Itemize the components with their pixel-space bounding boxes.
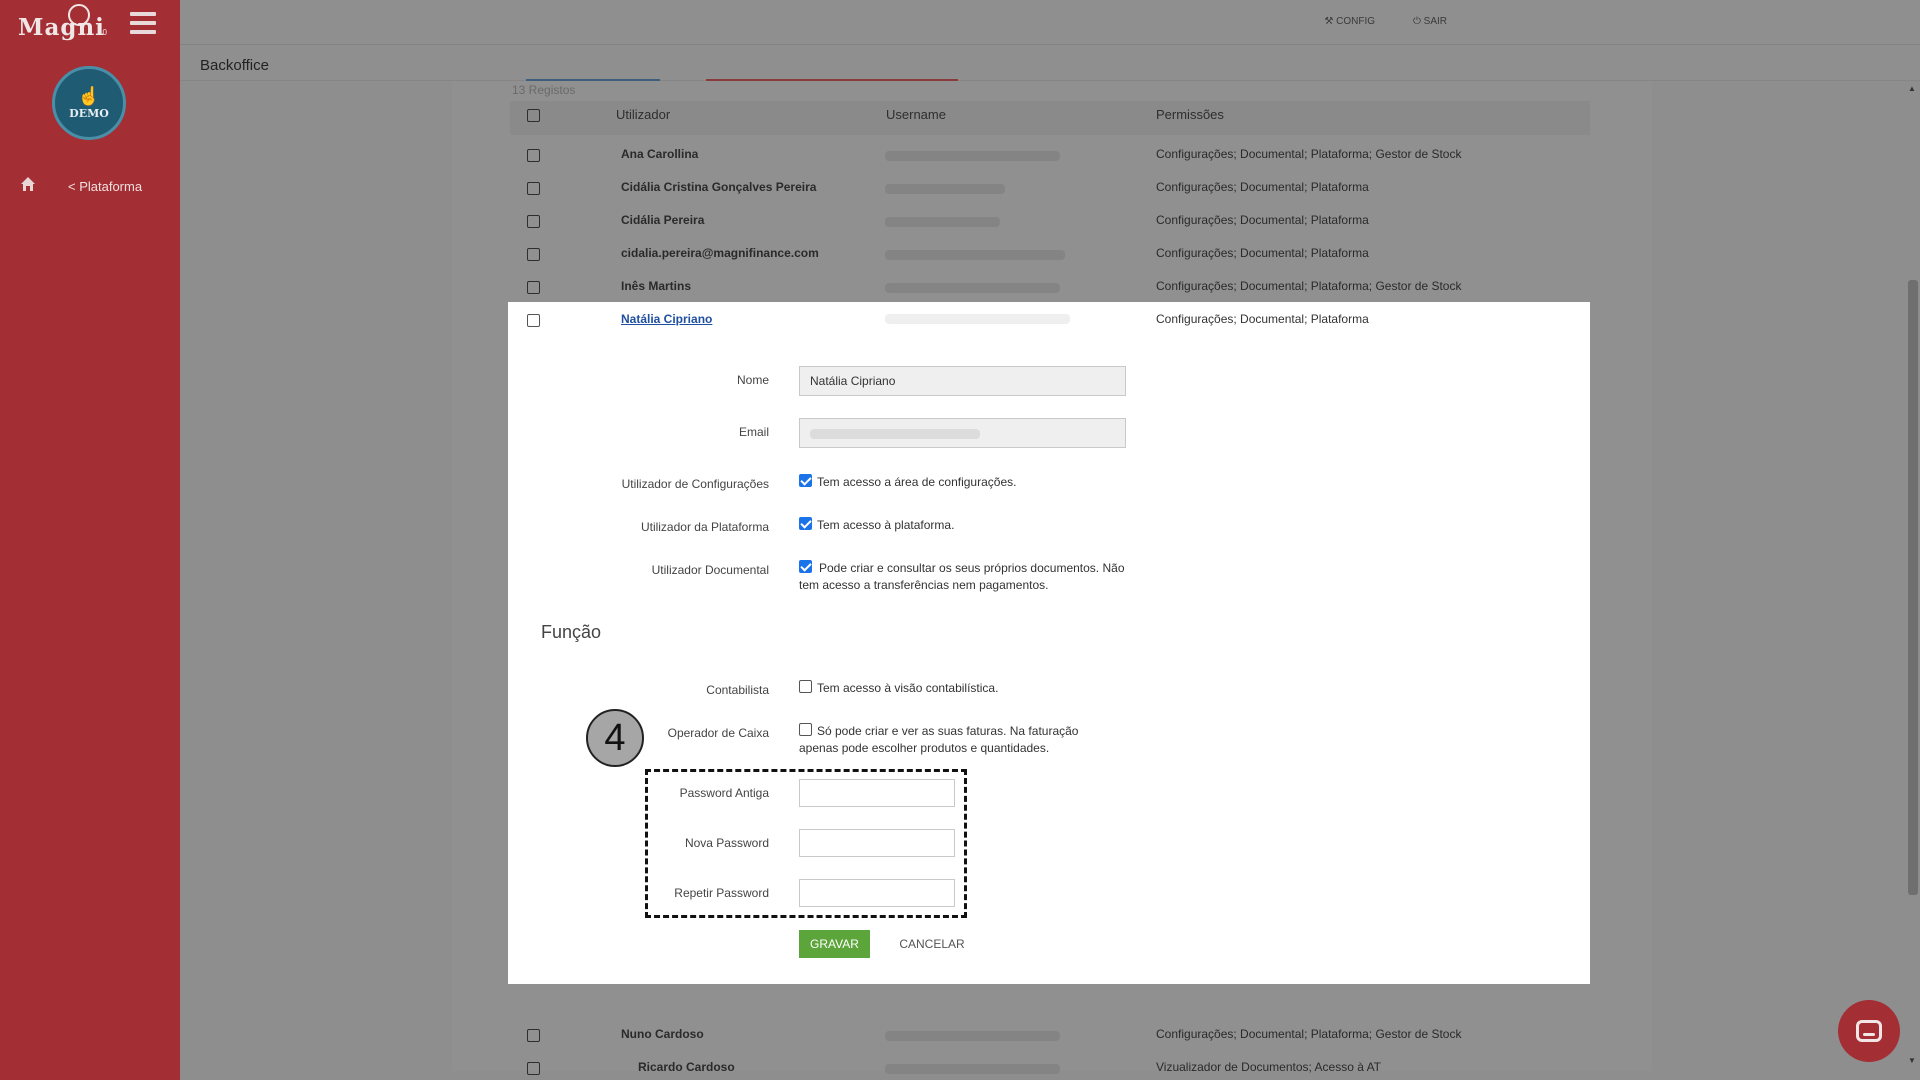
table-row-username-blurred [885, 217, 1000, 227]
row-checkbox[interactable] [527, 314, 540, 327]
platform-user-label: Utilizador da Plataforma [640, 520, 769, 534]
config-user-checkbox[interactable] [799, 474, 812, 487]
selected-user-link[interactable]: Natália Cipriano [621, 312, 712, 326]
row-checkbox[interactable] [527, 1029, 540, 1042]
pointer-icon: ☝ [77, 85, 101, 106]
table-row-name[interactable]: Cidália Cristina Gonçalves Pereira [621, 180, 816, 194]
table-row-username-blurred [885, 250, 1065, 260]
old-password-input[interactable] [799, 779, 955, 807]
platform-user-description: Tem acesso à plataforma. [817, 518, 955, 532]
nav-plataforma-link[interactable]: < Plataforma [68, 179, 142, 194]
scrollbar-thumb[interactable] [1908, 280, 1918, 895]
home-icon[interactable] [20, 176, 36, 192]
app-version: 10 [98, 28, 107, 37]
page-header: Backoffice [180, 45, 1920, 81]
row-checkbox[interactable] [527, 248, 540, 261]
nome-input[interactable] [799, 366, 1126, 396]
caixa-label: Operador de Caixa [667, 726, 769, 740]
email-value-blurred [810, 429, 980, 439]
tab-indicator [706, 79, 958, 81]
row-checkbox[interactable] [527, 182, 540, 195]
table-row-name[interactable]: Cidália Pereira [621, 213, 704, 227]
app-logo[interactable]: Magni [18, 14, 105, 41]
table-row-username-blurred [885, 151, 1060, 161]
old-password-label: Password Antiga [679, 786, 769, 800]
power-icon: ⏻ [1412, 16, 1424, 27]
repeat-password-label: Repetir Password [674, 886, 769, 900]
table-row-permissions: Configurações; Documental; Plataforma; G… [1156, 279, 1462, 293]
wrench-icon: ⚒ [1324, 16, 1337, 27]
config-user-label: Utilizador de Configurações [621, 477, 769, 491]
chat-icon [1856, 1020, 1882, 1042]
table-row-permissions: Vizualizador de Documentos; Acesso à AT [1156, 1060, 1382, 1074]
selected-user-permissions: Configurações; Documental; Plataforma [1156, 312, 1369, 326]
caixa-description: Só pode criar e ver as suas faturas. Na … [799, 724, 1079, 755]
records-count: 13 Registos [512, 83, 576, 97]
cancel-button[interactable]: CANCELAR [893, 930, 971, 958]
nome-label: Nome [736, 373, 769, 387]
logout-button[interactable]: ⏻ SAIR [1413, 16, 1447, 27]
table-row-permissions: Configurações; Documental; Plataforma [1156, 180, 1369, 194]
hamburger-menu-icon[interactable] [130, 12, 156, 34]
tab-indicator-active [526, 79, 660, 81]
table-row-name[interactable]: Ricardo Cardoso [638, 1060, 735, 1074]
demo-avatar[interactable]: ☝ DEMO [52, 66, 126, 140]
new-password-input[interactable] [799, 829, 955, 857]
row-checkbox[interactable] [527, 149, 540, 162]
globe-icon [68, 4, 90, 26]
table-row-permissions: Configurações; Documental; Plataforma [1156, 246, 1369, 260]
column-header-permissoes[interactable]: Permissões [1156, 107, 1224, 122]
sidebar: Magni 10 ☝ DEMO < Plataforma [0, 0, 180, 1080]
table-row-name[interactable]: Nuno Cardoso [621, 1027, 704, 1041]
table-row-username-blurred [885, 184, 1005, 194]
row-checkbox[interactable] [527, 281, 540, 294]
documental-user-label: Utilizador Documental [651, 563, 769, 577]
repeat-password-input[interactable] [799, 879, 955, 907]
email-input[interactable] [799, 418, 1126, 448]
save-button[interactable]: GRAVAR [799, 930, 870, 958]
table-row-username-blurred [885, 283, 1060, 293]
table-row-username-blurred [885, 1064, 1060, 1074]
new-password-label: Nova Password [684, 836, 769, 850]
row-checkbox[interactable] [527, 1062, 540, 1075]
config-user-description: Tem acesso a área de configurações. [817, 475, 1017, 489]
row-checkbox[interactable] [527, 215, 540, 228]
funcao-heading: Função [541, 622, 602, 642]
avatar-label: DEMO [69, 106, 109, 120]
top-bar: ⚒ CONFIG ⏻ SAIR [180, 0, 1920, 45]
table-row-name[interactable]: cidalia.pereira@magnifinance.com [621, 246, 819, 260]
column-header-username[interactable]: Username [886, 107, 946, 122]
scroll-up-arrow-icon[interactable]: ▲ [1908, 84, 1916, 93]
step-number-badge: 4 [586, 709, 644, 767]
config-button[interactable]: ⚒ CONFIG [1324, 16, 1375, 27]
selected-username-blurred [885, 314, 1070, 324]
chat-support-button[interactable] [1838, 1000, 1900, 1062]
page-title: Backoffice [200, 57, 269, 74]
documental-user-description: Pode criar e consultar os seus próprios … [799, 561, 1125, 592]
select-all-checkbox[interactable] [527, 109, 540, 122]
contabilista-checkbox[interactable] [799, 680, 812, 693]
table-header [510, 101, 1590, 135]
contabilista-label: Contabilista [706, 683, 769, 697]
table-row-permissions: Configurações; Documental; Plataforma; G… [1156, 1027, 1462, 1041]
platform-user-checkbox[interactable] [799, 517, 812, 530]
table-row-name[interactable]: Ana Carollina [621, 147, 698, 161]
column-header-utilizador[interactable]: Utilizador [616, 107, 670, 122]
table-row-username-blurred [885, 1031, 1060, 1041]
table-row-name[interactable]: Inês Martins [621, 279, 691, 293]
scroll-down-arrow-icon[interactable]: ▼ [1908, 1056, 1916, 1065]
contabilista-description: Tem acesso à visão contabilística. [817, 681, 999, 695]
table-row-permissions: Configurações; Documental; Plataforma; G… [1156, 147, 1462, 161]
table-row-permissions: Configurações; Documental; Plataforma [1156, 213, 1369, 227]
email-label: Email [738, 425, 769, 439]
